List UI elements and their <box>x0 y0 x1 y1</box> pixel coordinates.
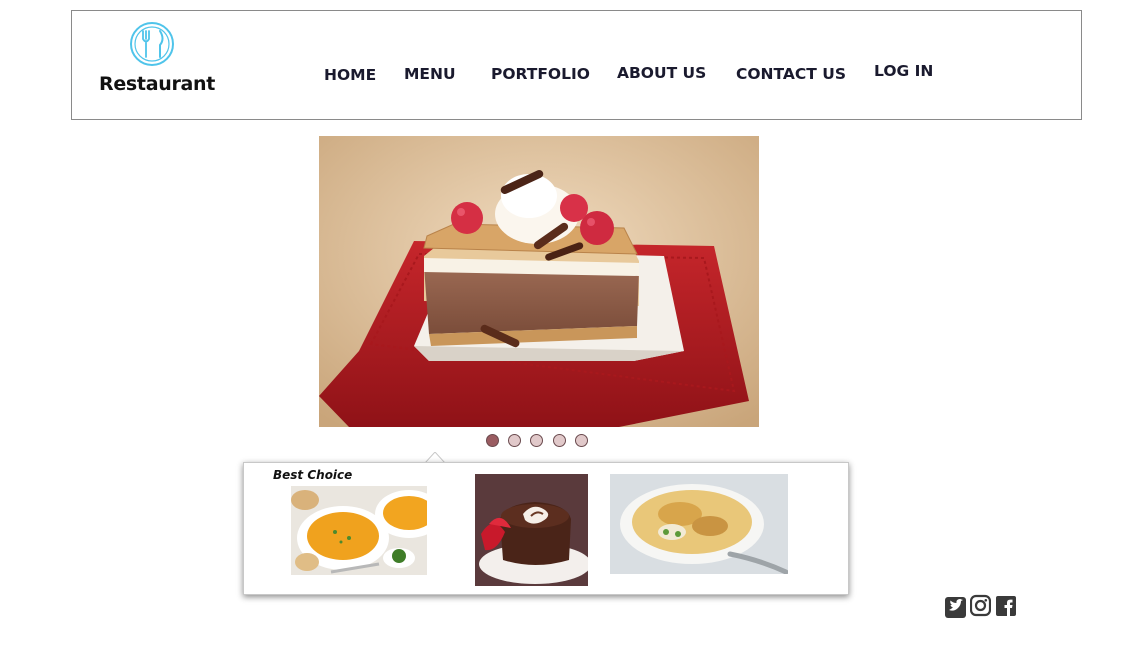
slider-dots <box>486 434 596 448</box>
fork-knife-plate-icon <box>130 22 174 66</box>
fish-pie-photo <box>610 474 788 574</box>
slider-dot-2[interactable] <box>508 434 521 447</box>
page: Restaurant HOME MENU PORTFOLIO ABOUT US … <box>0 0 1131 656</box>
instagram-icon[interactable] <box>970 594 991 618</box>
hero-slider-image[interactable] <box>319 136 759 427</box>
featured-pumpkin-soup[interactable] <box>291 486 427 575</box>
slider-dot-1[interactable] <box>486 434 499 447</box>
logo-text: Restaurant <box>99 73 216 95</box>
nav-menu[interactable]: MENU <box>404 65 456 83</box>
facebook-icon[interactable] <box>996 594 1017 618</box>
slider-dot-3[interactable] <box>530 434 543 447</box>
site-header: Restaurant HOME MENU PORTFOLIO ABOUT US … <box>71 10 1082 120</box>
nav-contact-us[interactable]: CONTACT US <box>736 65 846 83</box>
nav-log-in[interactable]: LOG IN <box>874 62 933 80</box>
slider-dot-4[interactable] <box>553 434 566 447</box>
featured-chocolate-cake[interactable] <box>475 474 588 586</box>
nav-home[interactable]: HOME <box>324 66 376 84</box>
best-choice-panel: Best Choice <box>243 462 849 595</box>
twitter-icon[interactable] <box>945 594 966 618</box>
chocolate-cake-photo <box>475 474 588 586</box>
logo[interactable]: Restaurant <box>99 21 216 105</box>
best-choice-title: Best Choice <box>273 468 353 482</box>
soup-photo <box>291 486 427 575</box>
cake-photo <box>319 136 759 427</box>
featured-fish-pie[interactable] <box>610 474 788 574</box>
nav-portfolio[interactable]: PORTFOLIO <box>491 65 590 83</box>
nav-about-us[interactable]: ABOUT US <box>617 64 706 82</box>
slider-dot-5[interactable] <box>575 434 588 447</box>
